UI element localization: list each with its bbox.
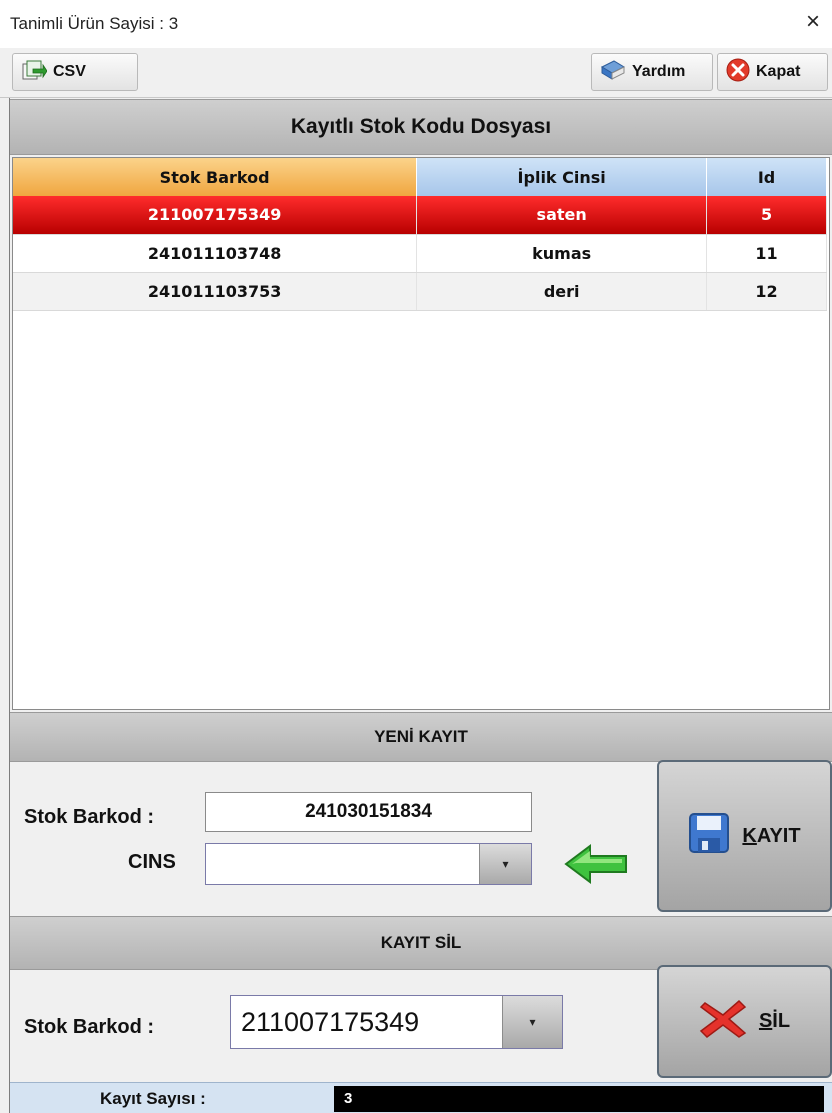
floppy-disk-icon: [688, 812, 730, 860]
table-row[interactable]: 241011103753 deri 12: [13, 272, 827, 311]
new-barkod-value: 241030151834: [305, 801, 432, 822]
delete-label: SİL: [758, 1010, 791, 1032]
toolbar: CSV Yardım Kapat: [0, 48, 832, 98]
table-header-row: Stok Barkod İplik Cinsi Id: [13, 158, 827, 196]
cell-barkod[interactable]: 211007175349: [13, 196, 418, 235]
new-barkod-label: Stok Barkod :: [24, 806, 155, 828]
delete-barkod-combobox[interactable]: 211007175349 ▾: [230, 995, 563, 1049]
csv-export-icon: [21, 59, 48, 86]
table-row[interactable]: 241011103748 kumas 11: [13, 234, 827, 273]
cell-id[interactable]: 12: [706, 272, 827, 311]
stock-grid[interactable]: Stok Barkod İplik Cinsi Id 211007175349 …: [12, 157, 830, 710]
delete-barkod-value: 211007175349: [241, 1006, 420, 1037]
close-label: Kapat: [756, 63, 801, 80]
save-button[interactable]: KAYIT: [657, 760, 832, 912]
delete-record-section-header: KAYIT SİL: [10, 916, 832, 970]
cins-label: CINS: [128, 851, 176, 873]
delete-record-title: KAYIT SİL: [380, 933, 462, 952]
table-row[interactable]: 211007175349 saten 5: [13, 196, 827, 235]
help-label: Yardım: [632, 63, 686, 80]
left-border: [0, 98, 10, 1113]
cell-id[interactable]: 5: [706, 196, 827, 235]
new-record-title: YENİ KAYIT: [374, 727, 468, 746]
csv-button[interactable]: CSV: [12, 53, 138, 91]
delete-button[interactable]: SİL: [657, 965, 832, 1078]
cell-barkod[interactable]: 241011103748: [13, 234, 418, 273]
status-bar: Kayıt Sayısı : 3: [10, 1082, 832, 1113]
cell-id[interactable]: 11: [706, 234, 827, 273]
cell-cins[interactable]: kumas: [416, 234, 708, 273]
record-count-label: Kayıt Sayısı :: [100, 1089, 206, 1108]
title-bar: Tanimli Ürün Sayisi : 3 ×: [0, 0, 832, 48]
cell-barkod[interactable]: 241011103753: [13, 272, 418, 311]
close-button[interactable]: Kapat: [717, 53, 828, 91]
record-count-value: 3: [334, 1086, 824, 1112]
new-barkod-field[interactable]: 241030151834: [205, 792, 532, 832]
cell-cins[interactable]: saten: [416, 196, 708, 235]
help-book-icon: [600, 59, 626, 86]
column-header-stok-barkod[interactable]: Stok Barkod: [13, 158, 418, 196]
new-record-section-header: YENİ KAYIT: [10, 712, 832, 762]
csv-label: CSV: [53, 63, 86, 80]
cins-combobox[interactable]: ▾: [205, 843, 532, 885]
chevron-down-icon[interactable]: ▾: [502, 996, 562, 1048]
red-x-icon: [699, 999, 747, 1045]
window-title: Tanimli Ürün Sayisi : 3: [10, 14, 179, 33]
column-header-id[interactable]: Id: [706, 158, 827, 196]
cell-cins[interactable]: deri: [416, 272, 708, 311]
close-circle-icon: [726, 58, 750, 87]
save-label: KAYIT: [742, 824, 801, 847]
delete-barkod-label: Stok Barkod :: [24, 1016, 155, 1038]
stock-table: Stok Barkod İplik Cinsi Id 211007175349 …: [13, 158, 827, 311]
column-header-iplik-cinsi[interactable]: İplik Cinsi: [416, 158, 708, 196]
help-button[interactable]: Yardım: [591, 53, 713, 91]
window-close-button[interactable]: ×: [806, 10, 820, 34]
stock-file-section-header: Kayıtlı Stok Kodu Dosyası: [10, 99, 832, 155]
green-arrow-icon[interactable]: [562, 842, 632, 891]
chevron-down-icon[interactable]: ▾: [479, 844, 531, 884]
stock-file-title: Kayıtlı Stok Kodu Dosyası: [290, 115, 552, 138]
